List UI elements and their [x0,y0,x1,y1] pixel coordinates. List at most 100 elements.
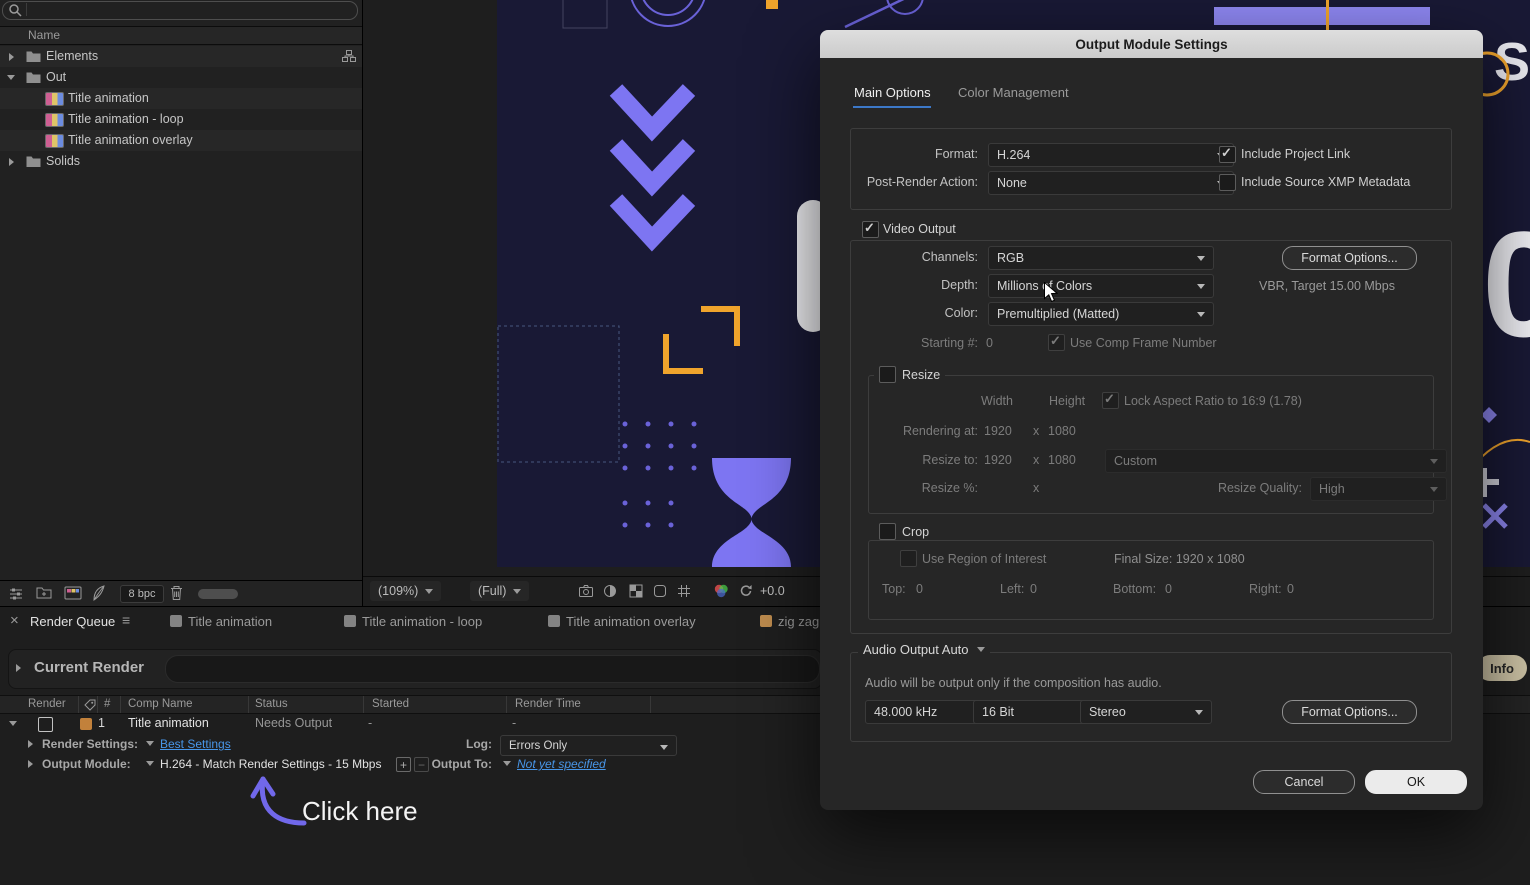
render-settings-label: Render Settings: [42,737,138,751]
audio-format-options-button[interactable]: Format Options... [1282,700,1417,724]
video-format-options-button[interactable]: Format Options... [1282,246,1417,270]
chevron-down-icon [513,589,521,594]
tab-title-animation-overlay[interactable]: Title animation overlay [566,614,696,629]
render-checkbox[interactable] [38,717,53,732]
starting-number-label: Starting #: [828,336,978,350]
expand-chevron-icon[interactable] [9,53,14,61]
artwork-orange-square [766,0,778,9]
resolution-select[interactable]: (Full) [470,581,529,601]
rendering-at-label: Rendering at: [828,424,978,438]
tab-render-queue[interactable]: Render Queue [30,614,115,629]
use-comp-frame-label: Use Comp Frame Number [1070,336,1217,350]
collapse-chevron-icon[interactable] [7,75,15,80]
depth-label: Depth: [828,278,978,292]
col-status[interactable]: Status [255,698,288,710]
audio-output-select[interactable]: Audio Output Auto [858,642,990,657]
show-channel-icon[interactable] [602,583,618,599]
tree-item-out[interactable]: Out [0,67,362,88]
transparency-grid-icon[interactable] [628,583,644,599]
starting-number-value: 0 [986,336,993,350]
mask-visibility-icon[interactable] [652,583,668,599]
reset-exposure-icon[interactable] [738,583,754,599]
row-comp-name: Title animation [128,716,209,730]
effects-icon[interactable] [92,585,106,601]
column-divider [120,696,121,713]
info-button[interactable]: Info [1477,655,1527,681]
col-started[interactable]: Started [372,698,409,710]
exposure-value[interactable]: +0.0 [760,584,785,598]
video-output-checkbox[interactable] [862,221,879,238]
click-here-annotation: Click here [302,796,418,827]
depth-select[interactable]: Millions of Colors [988,274,1214,298]
col-number[interactable]: # [104,698,110,710]
tree-item-elements[interactable]: Elements [0,46,362,67]
current-render-chevron-icon[interactable] [16,664,21,672]
column-divider [650,696,651,713]
interpret-footage-icon[interactable] [8,586,24,602]
channels-value: RGB [997,251,1024,265]
tab-zig-zag[interactable]: zig zag [778,614,819,629]
chevron-down-icon[interactable] [503,761,511,766]
panel-scrollbar[interactable] [198,589,238,599]
tree-item-title-animation-overlay[interactable]: Title animation overlay [0,130,362,151]
ok-button[interactable]: OK [1365,770,1467,794]
include-xmp-checkbox[interactable] [1219,174,1236,191]
x-separator: x [1033,481,1039,495]
audio-channels-select[interactable]: Stereo [1080,700,1212,724]
resize-checkbox[interactable] [879,366,896,383]
crop-left-label: Left: [1000,582,1024,596]
render-settings-link[interactable]: Best Settings [160,737,231,751]
tab-main-options[interactable]: Main Options [854,85,931,100]
col-comp-name[interactable]: Comp Name [128,698,193,710]
new-folder-icon[interactable] [36,586,52,600]
new-composition-icon[interactable] [64,586,82,600]
search-icon [8,3,22,17]
resize-to-label: Resize to: [828,453,978,467]
delete-icon[interactable] [170,585,183,601]
close-panel-icon[interactable]: × [10,612,19,629]
panel-menu-icon[interactable]: ≡ [122,612,130,628]
lock-aspect-label: Lock Aspect Ratio to 16:9 (1.78) [1124,394,1302,408]
tree-item-label: Title animation overlay [68,133,193,147]
tree-item-solids[interactable]: Solids [0,151,362,172]
tree-item-title-animation[interactable]: Title animation [0,88,362,109]
resize-preset-value: Custom [1114,454,1157,468]
post-render-action-select[interactable]: None [988,171,1234,195]
x-separator: x [1033,424,1039,438]
column-divider [506,696,507,713]
color-management-icon[interactable] [712,583,730,599]
color-label-icon[interactable] [80,718,92,730]
chevron-down-icon[interactable] [146,761,154,766]
channels-select[interactable]: RGB [988,246,1214,270]
crop-checkbox[interactable] [879,523,896,540]
name-column-header[interactable]: Name [28,28,60,42]
color-select[interactable]: Premultiplied (Matted) [988,302,1214,326]
include-project-link-checkbox[interactable] [1219,146,1236,163]
expand-chevron-icon[interactable] [9,158,14,166]
bpc-button[interactable]: 8 bpc [120,585,164,603]
cancel-button[interactable]: Cancel [1253,770,1355,794]
collapse-chevron-icon[interactable] [9,721,17,726]
chevron-down-icon[interactable] [146,741,154,746]
add-output-module-icon[interactable]: + [396,757,411,772]
snapshot-icon[interactable] [578,583,594,599]
tab-title-animation[interactable]: Title animation [188,614,272,629]
tab-color-management[interactable]: Color Management [958,85,1069,100]
col-render-time[interactable]: Render Time [515,698,581,710]
format-select[interactable]: H.264 [988,143,1234,167]
grid-guides-icon[interactable] [676,583,692,599]
output-to-link[interactable]: Not yet specified [517,757,606,771]
color-label: Color: [828,306,978,320]
tab-title-animation-loop[interactable]: Title animation - loop [362,614,482,629]
expand-chevron-icon[interactable] [28,760,33,768]
dialog-titlebar[interactable]: Output Module Settings [820,30,1483,58]
magnification-select[interactable]: (109%) [370,581,441,601]
render-progress-bar [165,655,820,683]
tree-item-title-animation-loop[interactable]: Title animation - loop [0,109,362,130]
col-render[interactable]: Render [28,698,66,710]
row-number: 1 [98,716,105,730]
expand-chevron-icon[interactable] [28,740,33,748]
magnification-value: (109%) [378,584,418,598]
search-field[interactable] [2,1,358,20]
artwork-numeral: 0 [1482,200,1530,368]
